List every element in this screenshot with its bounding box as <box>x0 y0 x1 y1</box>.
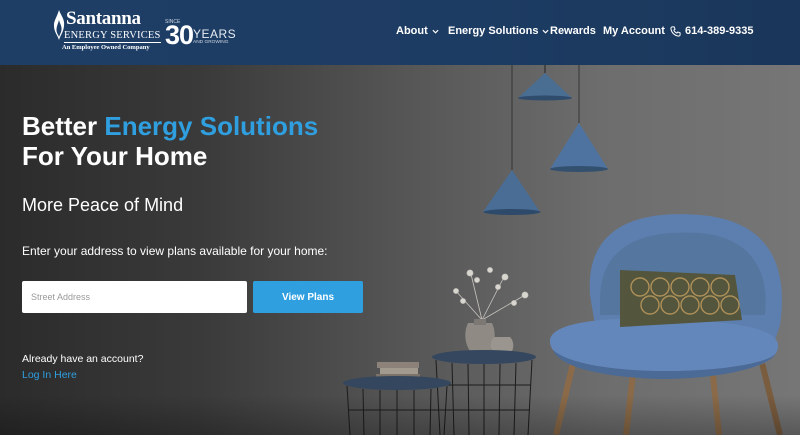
santanna-logo[interactable]: Santanna ENERGY SERVICES An Employee Own… <box>52 8 242 56</box>
floor-shadow <box>0 395 800 435</box>
chevron-down-icon <box>432 29 439 34</box>
logo-years: YEARS <box>193 27 237 41</box>
phone-icon <box>670 25 681 37</box>
nav-item-about[interactable]: About <box>396 24 439 38</box>
nav-about-label: About <box>396 25 428 37</box>
hero-section: Better Energy Solutions For Your Home Mo… <box>0 65 800 435</box>
logo-tagline: An Employee Owned Company <box>62 44 150 51</box>
nav-item-energy-solutions[interactable]: Energy Solutions <box>448 24 549 38</box>
logo-brand: Santanna <box>66 8 141 29</box>
view-plans-button[interactable]: View Plans <box>253 281 363 313</box>
street-address-input[interactable] <box>22 281 247 313</box>
headline-prefix: Better <box>22 111 105 141</box>
nav-rewards-label: Rewards <box>550 25 596 37</box>
have-account-text: Already have an account? <box>22 353 144 365</box>
nav-account-label: My Account <box>603 25 665 37</box>
headline-line2: For Your Home <box>22 141 208 171</box>
nav-phone-label: 614-389-9335 <box>685 25 754 37</box>
nav-item-rewards[interactable]: Rewards <box>550 24 596 38</box>
nav-energy-label: Energy Solutions <box>448 25 539 37</box>
chevron-down-icon <box>542 29 549 34</box>
nav-item-my-account[interactable]: My Account <box>603 24 665 38</box>
hero-subhead: More Peace of Mind <box>22 195 184 215</box>
address-prompt: Enter your address to view plans availab… <box>22 244 328 258</box>
logo-thirty: 30 <box>165 20 194 50</box>
headline-accent: Energy Solutions <box>104 111 319 141</box>
logo-growing: AND GROWING <box>193 40 229 45</box>
logo-brand-sub: ENERGY SERVICES <box>64 30 161 43</box>
login-link[interactable]: Log In Here <box>22 368 77 382</box>
site-header: Santanna ENERGY SERVICES An Employee Own… <box>0 0 800 65</box>
nav-item-phone[interactable]: 614-389-9335 <box>670 24 754 38</box>
hero-headline: Better Energy Solutions For Your Home <box>22 111 318 171</box>
